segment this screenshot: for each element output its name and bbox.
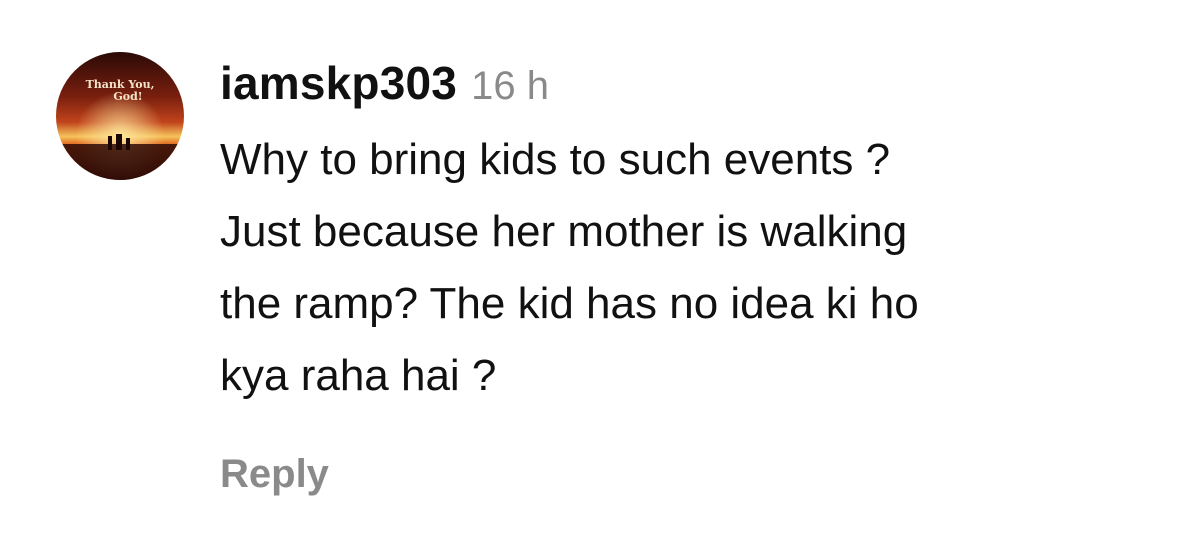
- comment-text-line: kya raha hai ?: [220, 351, 497, 400]
- avatar-overlay-line2: God!: [113, 90, 142, 103]
- comment-content: iamskp303 16 h Why to bring kids to such…: [220, 56, 1180, 412]
- comment-header: iamskp303 16 h: [220, 56, 1180, 122]
- timestamp: 16 h: [471, 64, 549, 108]
- comment-text-line: Why to bring kids to such events ?: [220, 135, 891, 184]
- avatar-image: Thank You, God!: [56, 52, 184, 180]
- comment-text-line: Just because her mother is walking: [220, 207, 908, 256]
- username-link[interactable]: iamskp303: [220, 56, 457, 110]
- comment-text-line: the ramp? The kid has no idea ki ho: [220, 279, 919, 328]
- comment: Thank You, God! iamskp303 16 h Why to br…: [0, 0, 1200, 547]
- comment-text: Why to bring kids to such events ? Just …: [220, 124, 1180, 412]
- reply-button[interactable]: Reply: [220, 452, 329, 497]
- avatar[interactable]: Thank You, God!: [56, 52, 184, 180]
